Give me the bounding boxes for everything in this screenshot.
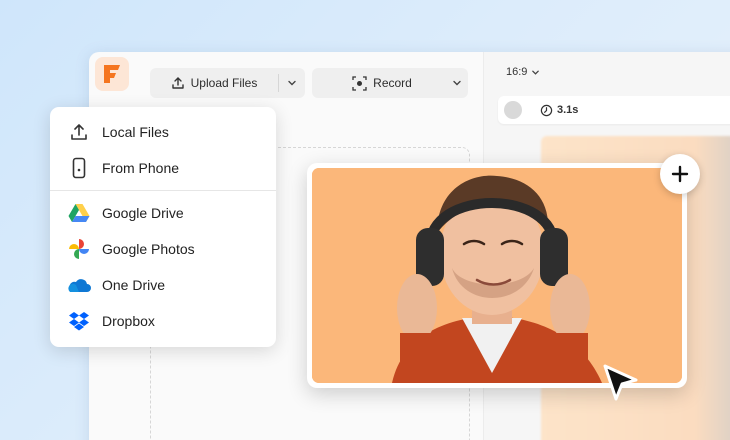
aspect-ratio-selector[interactable]: 16:9 (506, 66, 540, 78)
clock-icon (540, 104, 553, 116)
upload-files-main[interactable]: Upload Files (150, 76, 278, 90)
menu-item-dropbox[interactable]: Dropbox (50, 304, 276, 338)
menu-separator (50, 190, 276, 191)
menu-item-label: Google Drive (102, 205, 184, 221)
record-main[interactable]: Record (312, 75, 452, 91)
timeline-bar: 3.1s (498, 96, 730, 124)
menu-item-one-drive[interactable]: One Drive (50, 268, 276, 302)
dropbox-icon (67, 309, 91, 333)
menu-item-label: One Drive (102, 277, 166, 293)
chevron-down-icon (453, 80, 461, 86)
app-logo[interactable] (95, 57, 129, 91)
menu-item-local-files[interactable]: Local Files (50, 115, 276, 149)
upload-files-dropdown[interactable] (279, 78, 305, 88)
upload-files-label: Upload Files (190, 76, 258, 90)
mouse-pointer (601, 363, 641, 410)
cursor-arrow-icon (603, 364, 638, 401)
thumbnail-image (312, 168, 682, 383)
menu-item-google-drive[interactable]: Google Drive (50, 196, 276, 230)
avatar-placeholder (504, 101, 522, 119)
onedrive-icon (67, 273, 91, 297)
google-photos-icon (67, 237, 91, 261)
person-with-headphones-image (312, 168, 682, 383)
record-icon (352, 75, 367, 91)
record-dropdown[interactable] (452, 78, 468, 88)
brand-logo-icon (104, 65, 120, 83)
record-button[interactable]: Record (312, 68, 468, 98)
aspect-ratio-value: 16:9 (506, 66, 528, 78)
duration-display: 3.1s (540, 104, 578, 117)
plus-icon (671, 165, 689, 183)
upload-icon (67, 120, 91, 144)
google-drive-icon (67, 201, 91, 225)
upload-files-button[interactable]: Upload Files (150, 68, 305, 98)
duration-value: 3.1s (557, 104, 579, 116)
menu-item-label: From Phone (102, 160, 180, 176)
record-label: Record (373, 76, 412, 90)
upload-source-menu: Local Files From Phone Google Drive Goog… (50, 107, 276, 347)
menu-item-label: Dropbox (102, 313, 155, 329)
menu-item-from-phone[interactable]: From Phone (50, 151, 276, 185)
menu-item-google-photos[interactable]: Google Photos (50, 232, 276, 266)
media-thumbnail-card[interactable] (307, 163, 687, 388)
chevron-down-icon (532, 70, 540, 75)
upload-icon (171, 77, 184, 89)
chevron-down-icon (288, 80, 296, 86)
add-media-button[interactable] (660, 154, 700, 194)
phone-icon (67, 156, 91, 180)
menu-item-label: Local Files (102, 124, 169, 140)
menu-item-label: Google Photos (102, 241, 195, 257)
